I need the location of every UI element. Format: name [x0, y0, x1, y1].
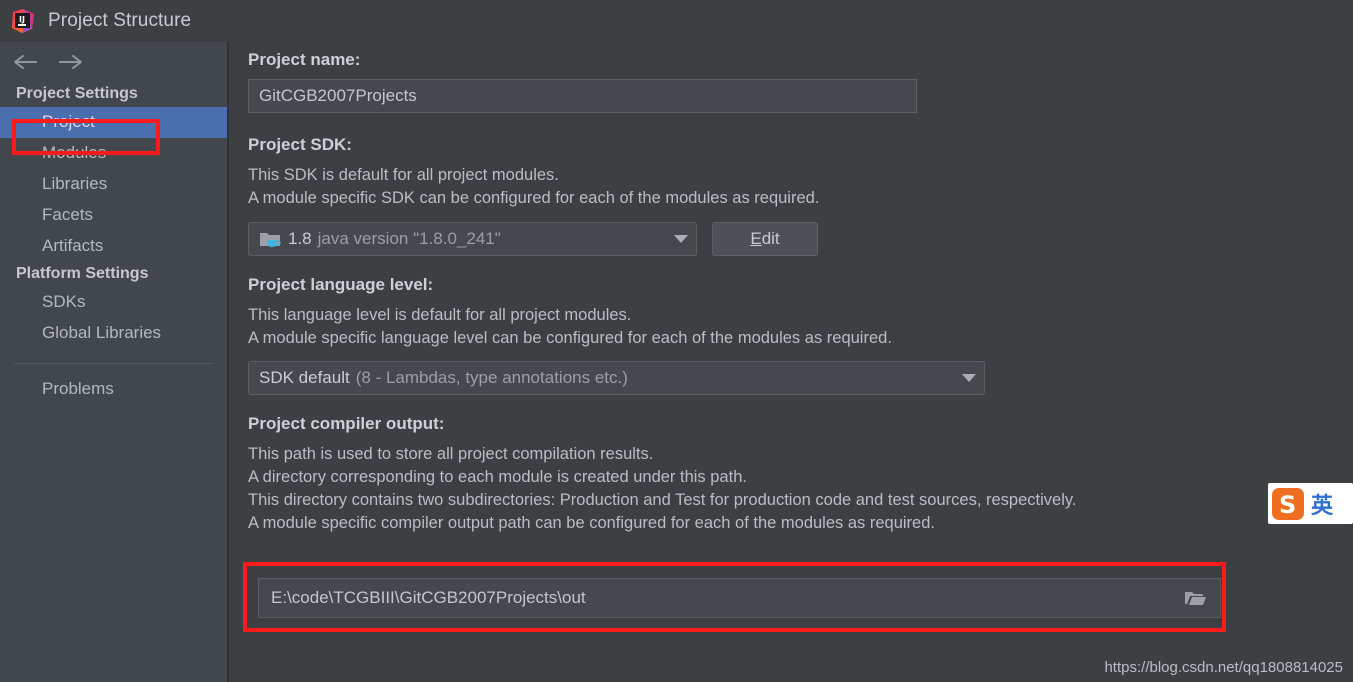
project-language-level-label: Project language level: [248, 275, 434, 294]
sidebar-divider [14, 363, 213, 364]
project-compiler-output-block: Project compiler output: This path is us… [248, 414, 1353, 535]
edit-sdk-button[interactable]: Edit [712, 222, 818, 256]
project-sdk-label: Project SDK: [248, 135, 352, 154]
window-title: Project Structure [48, 10, 192, 31]
language-level-description-line-1: This language level is default for all p… [248, 306, 632, 324]
window-titlebar: IJ Project Structure [0, 0, 1353, 42]
sidebar-item-sdks[interactable]: SDKs [0, 287, 227, 318]
project-sdk-combobox[interactable]: 1.8 java version "1.8.0_241" [248, 222, 697, 256]
language-level-value: SDK default [259, 368, 350, 387]
sidebar-item-artifacts[interactable]: Artifacts [0, 231, 227, 262]
language-level-description-line-2: A module specific language level can be … [248, 329, 892, 347]
compiler-output-field-wrap: E:\code\TCGBIII\GitCGB2007Projects\out [258, 578, 1221, 618]
ime-mode-label: 英 [1311, 493, 1334, 519]
project-sdk-description-line-2: A module specific SDK can be configured … [248, 189, 820, 207]
project-structure-dialog: IJ Project Structure Project Settings Pr… [0, 0, 1353, 682]
folder-open-icon[interactable] [1182, 587, 1208, 609]
sidebar-item-global-libraries[interactable]: Global Libraries [0, 318, 227, 349]
edit-button-mnemonic: E [750, 229, 762, 248]
sidebar-item-facets[interactable]: Facets [0, 200, 227, 231]
sogou-ime-badge[interactable]: S 英 [1268, 483, 1353, 524]
arrow-right-icon[interactable] [58, 53, 84, 71]
project-sdk-version: 1.8 [288, 229, 312, 248]
language-level-combobox[interactable]: SDK default (8 - Lambdas, type annotatio… [248, 361, 985, 395]
sidebar-item-project[interactable]: Project [0, 107, 227, 138]
project-sdk-description-line-1: This SDK is default for all project modu… [248, 166, 559, 184]
compiler-output-input[interactable]: E:\code\TCGBIII\GitCGB2007Projects\out [258, 578, 1221, 618]
sidebar-item-problems[interactable]: Problems [0, 374, 227, 405]
compiler-output-description-line-3: This directory contains two subdirectori… [248, 491, 1077, 509]
settings-sidebar: Project Settings Project Modules Librari… [0, 42, 229, 682]
sidebar-group-heading-project-settings: Project Settings [16, 85, 138, 102]
arrow-left-icon[interactable] [12, 53, 38, 71]
project-language-level-block: Project language level: This language le… [248, 275, 1353, 395]
watermark-url: https://blog.csdn.net/qq1808814025 [1104, 659, 1343, 676]
sidebar-group-heading-platform-settings: Platform Settings [16, 265, 149, 282]
chevron-down-icon[interactable] [674, 235, 688, 243]
folder-java-icon [259, 230, 281, 248]
svg-text:IJ: IJ [19, 15, 25, 24]
project-name-input[interactable]: GitCGB2007Projects [248, 79, 917, 113]
intellij-idea-logo-icon: IJ [10, 8, 36, 34]
sidebar-item-modules[interactable]: Modules [0, 138, 227, 169]
compiler-output-description-line-2: A directory corresponding to each module… [248, 468, 747, 486]
project-name-label: Project name: [248, 50, 361, 69]
compiler-output-description-line-4: A module specific compiler output path c… [248, 514, 935, 532]
project-sdk-detail: java version "1.8.0_241" [317, 229, 501, 248]
project-compiler-output-label: Project compiler output: [248, 414, 445, 433]
sidebar-nav-arrows [0, 42, 227, 82]
compiler-output-description-line-1: This path is used to store all project c… [248, 445, 654, 463]
edit-button-label: dit [761, 229, 780, 248]
compiler-output-value: E:\code\TCGBIII\GitCGB2007Projects\out [271, 588, 586, 607]
svg-text:S: S [1279, 491, 1296, 519]
sogou-logo-icon: S [1271, 487, 1305, 521]
project-sdk-row: 1.8 java version "1.8.0_241" Edit [248, 222, 1353, 256]
sidebar-item-libraries[interactable]: Libraries [0, 169, 227, 200]
language-level-detail: (8 - Lambdas, type annotations etc.) [355, 368, 628, 387]
chevron-down-icon[interactable] [962, 374, 976, 382]
